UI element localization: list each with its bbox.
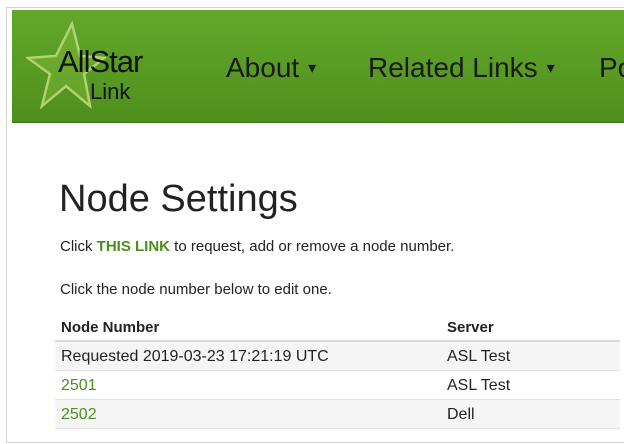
server-cell: Dell <box>441 399 620 429</box>
node-table: Node Number Server Requested 2019-03-23 … <box>55 314 620 429</box>
server-cell: ASL Test <box>441 341 620 371</box>
table-row: 2502 Dell <box>55 399 620 429</box>
header-server: Server <box>441 314 620 342</box>
edit-instruction: Click the node number below to edit one. <box>60 281 332 298</box>
node-requested-cell: Requested 2019-03-23 17:21:19 UTC <box>55 341 441 371</box>
this-link[interactable]: THIS LINK <box>97 238 170 255</box>
node-link-2502[interactable]: 2502 <box>61 406 97 423</box>
allstarlink-logo[interactable]: AllStar Link <box>26 20 176 110</box>
instruction-suffix: to request, add or remove a node number. <box>170 238 455 255</box>
nav-related-links-dropdown[interactable]: Related Links ▾ <box>368 52 555 84</box>
navbar: AllStar Link About ▾ Related Links ▾ Po <box>12 10 624 123</box>
nav-about-dropdown[interactable]: About ▾ <box>226 52 316 84</box>
request-instruction: Click THIS LINK to request, add or remov… <box>60 238 454 255</box>
nav-about-label: About <box>226 52 300 83</box>
table-row: 2501 ASL Test <box>55 370 620 400</box>
logo-text-allstar: AllStar <box>58 44 143 79</box>
nav-truncated-label: Po <box>599 52 624 83</box>
page-title: Node Settings <box>59 178 298 220</box>
nav-related-links-label: Related Links <box>368 52 538 83</box>
table-row: Requested 2019-03-23 17:21:19 UTC ASL Te… <box>55 341 620 371</box>
header-node-number: Node Number <box>55 314 441 342</box>
nav-item-truncated[interactable]: Po <box>599 52 624 84</box>
table-header-row: Node Number Server <box>55 314 620 342</box>
node-link-2501[interactable]: 2501 <box>61 377 97 394</box>
node-number-cell: 2502 <box>55 399 441 429</box>
chevron-down-icon: ▾ <box>308 60 317 77</box>
chevron-down-icon: ▾ <box>546 60 555 77</box>
server-cell: ASL Test <box>441 370 620 400</box>
logo-text-link: Link <box>90 79 131 104</box>
instruction-prefix: Click <box>60 238 97 255</box>
node-number-cell: 2501 <box>55 370 441 400</box>
